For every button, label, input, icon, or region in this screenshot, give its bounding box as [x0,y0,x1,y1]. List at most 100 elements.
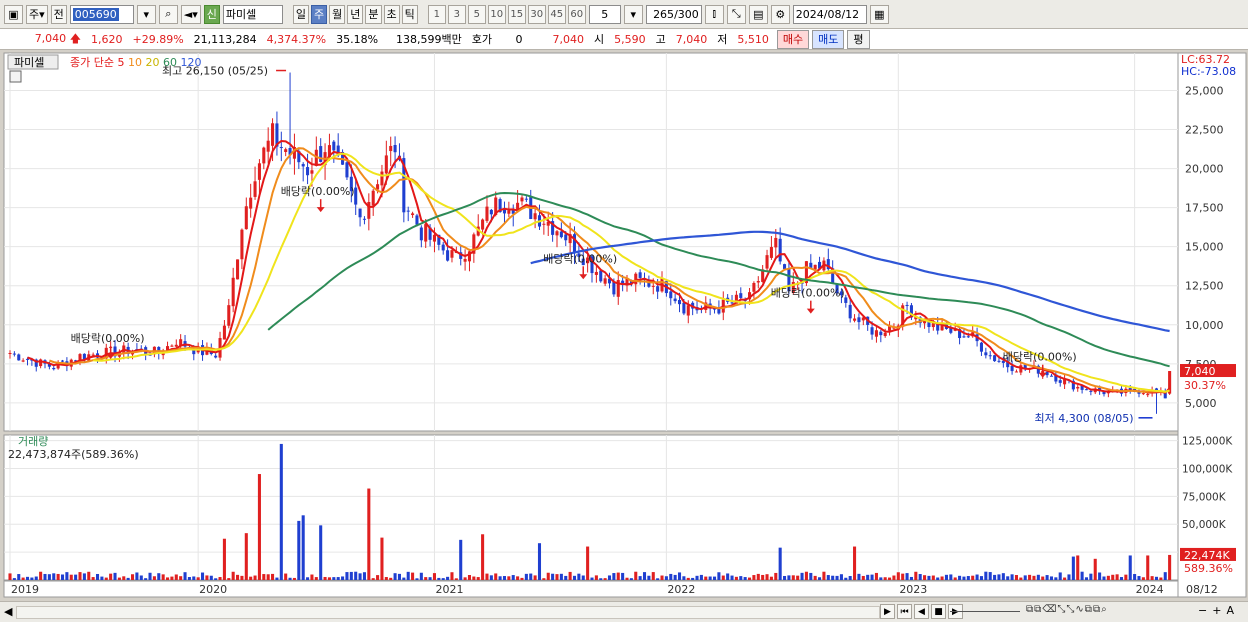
volume-bar [1168,554,1172,580]
price-tag-value: 7,040 [1184,365,1216,378]
volume-bar [739,576,743,580]
candle-body [651,285,655,287]
volume-bar [520,577,524,580]
zoom-icon-1[interactable]: + [1212,604,1221,617]
date-input[interactable]: 2024/08/12 [792,4,867,24]
volume-bar [279,443,283,580]
save-icon[interactable]: ▤ [748,4,768,24]
code-dropdown-icon[interactable]: ▾ [136,4,156,24]
volume-bar [135,572,139,580]
candle-body [769,247,773,258]
tab-timeframe-2[interactable]: 월 [329,4,346,24]
buy-button[interactable]: 매수 [776,29,810,49]
volume-bar [262,574,266,580]
volume-bar [1163,572,1167,580]
tab-timeframe-0[interactable]: 일 [292,4,310,24]
change-value: 1,620 [91,32,123,46]
candle-body [345,162,349,178]
tab-timeframe-1[interactable]: 주 [311,4,328,24]
zoom-icon-2[interactable]: A [1226,604,1234,617]
tab-timeframe-4[interactable]: 분 [365,4,382,24]
interval-input[interactable]: 5 [588,4,621,24]
tick-step-10[interactable]: 10 [487,4,506,24]
layout-icon[interactable]: ▣ [4,4,23,24]
candle-body [236,259,240,280]
playback-icon-1[interactable]: ⏮ [897,604,912,619]
prev-button[interactable]: 전 [50,4,67,24]
zoom-icon-0[interactable]: − [1198,604,1207,617]
tick-step-5[interactable]: 5 [467,4,486,24]
tab-timeframe-5[interactable]: 초 [383,4,400,24]
tick-step-60[interactable]: 60 [567,4,586,24]
candle-body [371,190,375,206]
drawing-tools-icon[interactable]: ⧉⧉⌫⤡⤡∿⧉⧉⌕ [1026,604,1108,615]
candle-body [656,286,660,292]
gear-icon[interactable]: ⚙ [770,4,790,24]
audio-icon[interactable]: ◄▾ [180,4,201,24]
avg-button[interactable]: 평 [847,29,870,49]
playback-icon-3[interactable]: ■ [931,604,946,619]
tick-step-45[interactable]: 45 [547,4,566,24]
tick-step-3[interactable]: 3 [447,4,466,24]
volume-bar [327,577,331,580]
volume-bar [813,575,817,580]
volume-bar [95,573,100,580]
search-icon[interactable]: ⌕ [158,4,178,24]
candle-body [669,291,673,299]
volume-bar [664,576,668,580]
volume-bar [555,574,559,580]
volume-bar [319,525,323,580]
volume-bar [883,577,887,580]
volume-bar [892,575,896,580]
volume-bar [1098,572,1102,580]
candle-body [319,146,323,162]
open-value: 5,590 [614,32,646,46]
volume-bar [638,576,642,580]
volume-bar [857,573,861,580]
tick-step-1[interactable]: 1 [427,4,446,24]
volume-bar [708,576,712,580]
candle-body [266,140,270,152]
tick-step-15[interactable]: 15 [507,4,526,24]
volume-bar [1014,575,1018,580]
zoom-slider[interactable] [950,611,1020,612]
chart-area[interactable]: 5,0007,50010,00012,50015,00017,50020,000… [0,50,1248,601]
candle-body [848,304,852,319]
stock-code-input[interactable]: 005690 [69,4,134,24]
calendar-icon[interactable]: ▦ [869,4,889,24]
volume-bar [139,575,143,580]
tab-timeframe-3[interactable]: 년 [347,4,364,24]
sell-button[interactable]: 매도 [812,29,845,49]
dividend-label: 배당락(0.00%) [543,252,617,265]
interval-dropdown-icon[interactable]: ▾ [623,4,643,24]
playback-icon-0[interactable]: ▶ [880,604,895,619]
hoga-label: 호가 [471,33,493,46]
draw-tool-icon[interactable]: ⤡ [726,4,746,24]
volume-bar [594,575,598,580]
candle-body [1049,375,1054,377]
scroll-left-icon[interactable]: ◀ [4,605,12,618]
stock-name-field[interactable]: 파미셀 [222,4,283,24]
volume-bar [673,574,677,580]
price-tick-label: 17,500 [1185,202,1224,215]
volume-bar [415,578,419,580]
volume-bar [126,577,130,580]
scroll-track[interactable] [16,606,880,619]
volume-bar [1041,576,1045,580]
candle-body [12,353,16,355]
period-select[interactable]: 주 ▾ [26,4,48,24]
candle-body [406,210,410,212]
tick-step-30[interactable]: 30 [527,4,546,24]
candle-type-icon[interactable]: ⫾ [704,4,724,24]
volume-bar [1023,575,1027,580]
volume-bar [734,576,738,580]
volume-bar [231,571,235,580]
tab-timeframe-6[interactable]: 틱 [401,4,418,24]
playback-icon-2[interactable]: ◀ [914,604,929,619]
count-input[interactable]: 265/300 [645,4,702,24]
candle-body [520,197,524,202]
volume-bar [896,572,900,580]
volume-bar [616,572,620,580]
volume-bar [818,577,822,580]
candle-body [362,218,366,220]
